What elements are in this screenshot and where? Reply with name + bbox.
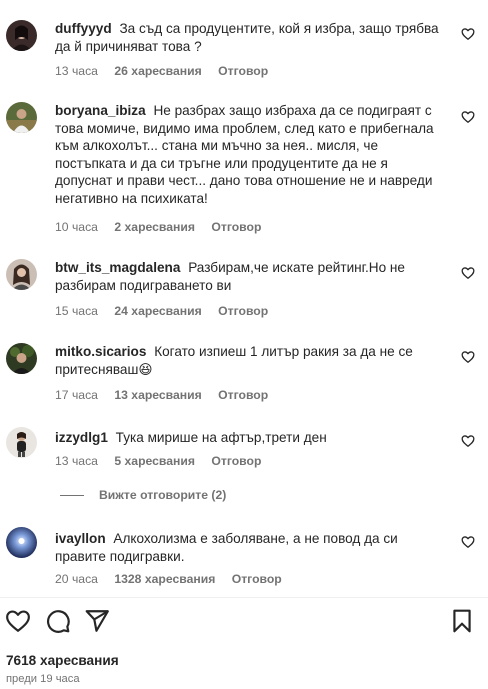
comment-likes[interactable]: 5 харесвания: [114, 454, 195, 468]
comment-time[interactable]: 13 часа: [55, 454, 98, 468]
like-comment-heart-icon[interactable]: [461, 110, 475, 124]
heart-icon[interactable]: [5, 608, 31, 634]
comment-likes[interactable]: 13 харесвания: [114, 388, 201, 402]
reply-button[interactable]: Отговор: [218, 304, 268, 318]
view-replies-label: Вижте отговорите (2): [99, 488, 227, 502]
comment-text: Не разбрах защо избраха да се подиграят …: [55, 103, 434, 206]
view-replies-button[interactable]: Вижте отговорите (2): [60, 487, 226, 503]
section-divider: [0, 597, 488, 598]
comment-time[interactable]: 15 часа: [55, 304, 98, 318]
avatar[interactable]: [6, 343, 37, 374]
comment-time[interactable]: 17 часа: [55, 388, 98, 402]
comment-icon[interactable]: [45, 608, 71, 634]
comment-likes[interactable]: 2 харесвания: [114, 220, 195, 234]
reply-button[interactable]: Отговор: [211, 220, 261, 234]
comment-username[interactable]: btw_its_magdalena: [55, 260, 180, 275]
comment-time[interactable]: 13 часа: [55, 64, 98, 78]
comment-username[interactable]: ivayllon: [55, 531, 106, 546]
avatar[interactable]: [6, 427, 37, 458]
reply-button[interactable]: Отговор: [218, 64, 268, 78]
bookmark-icon[interactable]: [449, 608, 475, 634]
like-comment-heart-icon[interactable]: [461, 350, 475, 364]
replies-divider-line: [60, 494, 84, 496]
comment-username[interactable]: duffyyyd: [55, 21, 112, 36]
reply-button[interactable]: Отговор: [211, 454, 261, 468]
comment-username[interactable]: mitko.sicarios: [55, 344, 146, 359]
comment-time[interactable]: 10 часа: [55, 220, 98, 234]
like-comment-heart-icon[interactable]: [461, 434, 475, 448]
post-actions-bar: [0, 608, 488, 638]
like-comment-heart-icon[interactable]: [461, 535, 475, 549]
reply-button[interactable]: Отговор: [232, 572, 282, 586]
comment-text: За съд са продуцентите, кой я избра, защ…: [55, 21, 439, 54]
post-likes-count[interactable]: 7618 харесвания: [6, 653, 119, 668]
comment-likes[interactable]: 24 харесвания: [114, 304, 201, 318]
comment-time[interactable]: 20 часа: [55, 572, 98, 586]
paper-plane-icon[interactable]: [84, 608, 110, 634]
comment-likes[interactable]: 26 харесвания: [114, 64, 201, 78]
avatar[interactable]: [6, 102, 37, 133]
post-timestamp[interactable]: преди 19 часа: [6, 673, 80, 685]
comment-username[interactable]: boryana_ibiza: [55, 103, 146, 118]
avatar[interactable]: [6, 20, 37, 51]
like-comment-heart-icon[interactable]: [461, 27, 475, 41]
avatar[interactable]: [6, 259, 37, 290]
comment-likes[interactable]: 1328 харесвания: [114, 572, 215, 586]
avatar[interactable]: [6, 527, 37, 558]
comment-text: Тука мирише на афтър,трети ден: [115, 430, 327, 445]
comment-text: Алкохолизма е заболяване, а не повод да …: [55, 531, 398, 564]
comment-username[interactable]: izzydlg1: [55, 430, 108, 445]
reply-button[interactable]: Отговор: [218, 388, 268, 402]
like-comment-heart-icon[interactable]: [461, 266, 475, 280]
